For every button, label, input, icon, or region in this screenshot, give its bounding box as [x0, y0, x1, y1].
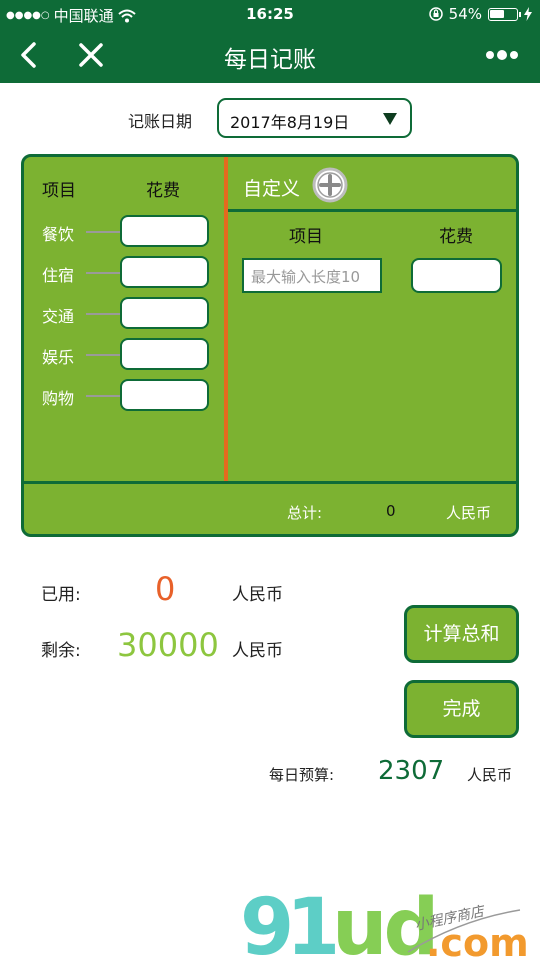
remain-unit: 人民币: [232, 641, 283, 661]
total-label: 总计:: [287, 504, 323, 522]
watermark-logo: 9 1 ud 小程序商店 .com: [240, 883, 529, 960]
row-connector: [86, 395, 120, 397]
row-label-entertainment: 娱乐: [42, 348, 75, 367]
remain-value: 30000: [117, 626, 219, 664]
custom-item-name-input[interactable]: 最大输入长度10: [242, 258, 382, 293]
daily-budget-unit: 人民币: [467, 766, 513, 784]
custom-label: 自定义: [243, 178, 301, 200]
date-picker[interactable]: 2017年8月19日: [217, 98, 412, 138]
daily-budget-value: 2307: [378, 756, 445, 786]
more-icon[interactable]: [484, 40, 520, 70]
column-divider: [224, 157, 228, 481]
date-value: 2017年8月19日: [230, 113, 350, 132]
add-icon[interactable]: [312, 167, 348, 203]
custom-header-cost: 花费: [439, 227, 473, 247]
row-connector: [86, 231, 120, 233]
calculate-total-button[interactable]: 计算总和: [404, 605, 519, 663]
status-right: 54%: [428, 5, 532, 23]
row-label-dining: 餐饮: [42, 225, 75, 244]
status-bar: ●●●●○ 中国联通 16:25 54%: [0, 0, 540, 28]
dropdown-arrow-icon: [383, 113, 397, 125]
row-label-lodging: 住宿: [42, 266, 75, 285]
remain-label: 剩余:: [41, 641, 81, 661]
shopping-cost-input[interactable]: [120, 379, 209, 411]
used-value: 0: [155, 570, 176, 608]
date-label: 记账日期: [128, 112, 193, 131]
entertainment-cost-input[interactable]: [120, 338, 209, 370]
preset-header-item: 项目: [42, 181, 76, 201]
custom-item-cost-input[interactable]: [411, 258, 502, 293]
custom-header-divider: [228, 209, 519, 212]
expense-panel: 项目 花费 餐饮 住宿 交通 娱乐 购物 自定义 项目 花费 最大输入长度10 …: [21, 154, 519, 537]
row-connector: [86, 313, 120, 315]
used-label: 已用:: [41, 585, 81, 605]
battery-fill: [490, 9, 504, 18]
rotation-lock-icon: [428, 7, 443, 21]
total-unit: 人民币: [446, 504, 492, 522]
charging-icon: [524, 7, 532, 21]
row-connector: [86, 272, 120, 274]
navigation-bar: 每日记账: [0, 28, 540, 83]
row-label-shopping: 购物: [42, 389, 75, 408]
transport-cost-input[interactable]: [120, 297, 209, 329]
total-divider: [24, 481, 519, 484]
page-title: 每日记账: [224, 47, 316, 73]
dining-cost-input[interactable]: [120, 215, 209, 247]
row-connector: [86, 354, 120, 356]
done-button[interactable]: 完成: [404, 680, 519, 738]
used-unit: 人民币: [232, 585, 283, 605]
battery-percent: 54%: [448, 5, 482, 23]
row-label-transport: 交通: [42, 307, 75, 326]
date-row: 记账日期 2017年8月19日: [0, 98, 540, 138]
lodging-cost-input[interactable]: [120, 256, 209, 288]
preset-header-cost: 花费: [146, 181, 180, 201]
battery-icon: [488, 7, 521, 21]
total-value: 0: [386, 502, 396, 520]
daily-budget-label: 每日预算:: [269, 766, 335, 784]
svg-text:9: 9: [240, 883, 290, 960]
watermark-tld: .com: [426, 921, 529, 960]
custom-header-item: 项目: [289, 227, 323, 247]
